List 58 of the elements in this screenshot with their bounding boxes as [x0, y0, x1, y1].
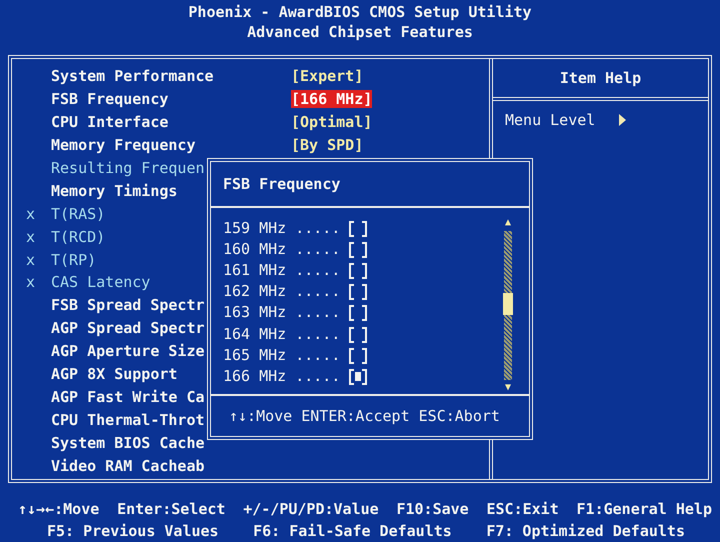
option-label[interactable]: 161 MHz — [223, 260, 286, 279]
dot-leader: ..... — [295, 303, 340, 322]
setting-value[interactable]: [166 MHz] — [291, 90, 372, 108]
item-help-title: Item Help — [560, 69, 642, 87]
info-label: Resulting Frequen — [51, 159, 206, 177]
setting-label[interactable]: CPU Interface — [51, 113, 291, 132]
dot-leader: ..... — [295, 282, 340, 300]
key-hint: F7: Optimized Defaults — [486, 522, 685, 540]
key-hint: F6: Fail-Safe Defaults — [253, 522, 452, 540]
disabled-marker: x — [26, 228, 36, 246]
key-hint: F5: Previous Values — [47, 522, 219, 540]
dot-leader: ..... — [295, 366, 340, 385]
dot-leader: ..... — [295, 240, 340, 258]
dot-leader: ..... — [295, 260, 340, 279]
setting-value[interactable]: [Optimal] — [291, 113, 372, 132]
option-checkbox[interactable] — [349, 284, 368, 298]
dot-leader: ..... — [295, 346, 340, 364]
menu-level-arrow-icon — [619, 114, 626, 126]
key-hint: F10:Save — [396, 500, 469, 518]
option-label[interactable]: 162 MHz — [223, 282, 286, 300]
key-hint: F1:General Help — [576, 500, 712, 518]
option-checkbox[interactable] — [349, 242, 368, 256]
key-hint: ESC:Exit — [486, 500, 559, 518]
dot-leader: ..... — [295, 218, 340, 237]
setting-label[interactable]: Memory Frequency — [51, 136, 291, 154]
option-checkbox[interactable] — [349, 220, 368, 235]
window-title: Phoenix - AwardBIOS CMOS Setup Utility — [188, 2, 532, 22]
menu-level-label: Menu Level — [505, 111, 596, 129]
setting-label[interactable]: System Performance — [51, 67, 291, 86]
disabled-marker: x — [26, 273, 36, 292]
option-checkbox[interactable] — [349, 326, 368, 341]
setting-label[interactable]: Video RAM Cacheab — [51, 456, 291, 475]
option-label[interactable]: 159 MHz — [223, 218, 286, 237]
setting-value[interactable]: [By SPD] — [291, 136, 364, 154]
option-label[interactable]: 166 MHz — [223, 366, 286, 385]
scroll-up-arrow[interactable]: ▲ — [504, 217, 512, 229]
option-label[interactable]: 163 MHz — [223, 303, 286, 322]
scroll-down-arrow[interactable]: ▼ — [504, 382, 512, 394]
popup-title: FSB Frequency — [223, 175, 340, 193]
disabled-marker: x — [26, 250, 36, 269]
key-hint: ↑↓→←:Move — [18, 500, 100, 518]
key-hint: +/-/PU/PD:Value — [243, 500, 379, 518]
popup-key-hint: ↑↓:Move ENTER:Accept ESC:Abort — [229, 407, 500, 425]
option-label[interactable]: 160 MHz — [223, 240, 286, 258]
scroll-thumb[interactable] — [503, 293, 513, 315]
option-checkbox[interactable] — [349, 262, 368, 277]
page-subtitle: Advanced Chipset Features — [247, 22, 473, 42]
setting-label[interactable]: FSB Frequency — [51, 90, 291, 108]
disabled-marker: x — [26, 204, 36, 223]
option-checkbox[interactable] — [349, 368, 368, 383]
setting-label[interactable]: System BIOS Cache — [51, 434, 291, 452]
option-checkbox[interactable] — [349, 348, 368, 362]
option-checkbox[interactable] — [349, 305, 368, 320]
option-label[interactable]: 165 MHz — [223, 346, 286, 364]
option-label[interactable]: 164 MHz — [223, 324, 286, 343]
dot-leader: ..... — [295, 324, 340, 343]
setting-value[interactable]: [Expert] — [291, 67, 364, 86]
key-hint: Enter:Select — [117, 500, 226, 518]
